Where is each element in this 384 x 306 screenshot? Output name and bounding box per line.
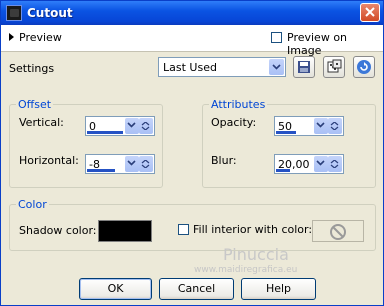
chevron-down-icon xyxy=(272,64,281,70)
shadow-color-label: Shadow color: xyxy=(19,224,97,237)
ok-button[interactable]: OK xyxy=(79,278,152,300)
stepper-icon xyxy=(330,160,339,168)
fill-interior-label: Fill interior with color: xyxy=(193,223,313,236)
blur-label: Blur: xyxy=(211,154,237,167)
stepper-icon xyxy=(141,122,150,130)
settings-preset-select[interactable]: Last Used xyxy=(158,57,286,77)
no-color-icon xyxy=(330,224,346,240)
chevron-down-icon xyxy=(127,160,136,166)
window-title: Cutout xyxy=(27,6,73,20)
opacity-slider-bar[interactable] xyxy=(276,131,296,134)
stepper-icon xyxy=(330,122,339,130)
settings-preset-value: Last Used xyxy=(163,61,217,74)
cancel-button[interactable]: Cancel xyxy=(159,278,234,300)
horizontal-slider-bar[interactable] xyxy=(87,169,115,172)
reset-icon xyxy=(357,60,371,74)
horizontal-label: Horizontal: xyxy=(19,154,79,167)
close-button[interactable] xyxy=(360,3,380,22)
fill-interior-checkbox[interactable] xyxy=(178,224,189,235)
blur-stepper[interactable] xyxy=(328,156,342,172)
opacity-stepper[interactable] xyxy=(328,118,342,134)
preview-label: Preview xyxy=(19,31,62,44)
title-bar[interactable]: Cutout xyxy=(1,1,383,25)
chevron-down-icon xyxy=(316,160,325,166)
randomize-icon xyxy=(327,59,342,73)
blur-dropdown[interactable] xyxy=(314,156,328,172)
settings-label: Settings xyxy=(9,62,55,75)
cutout-dialog: Cutout Preview Preview on Image Settings… xyxy=(0,0,384,306)
close-icon xyxy=(365,7,375,17)
blur-slider-bar[interactable] xyxy=(276,169,290,172)
preview-bar: Preview Preview on Image xyxy=(1,25,383,57)
vertical-slider-bar[interactable] xyxy=(87,131,123,134)
watermark-name: Pinuccia xyxy=(223,245,289,264)
reset-button[interactable] xyxy=(353,56,375,78)
opacity-spinbox[interactable]: 50 xyxy=(274,116,344,136)
attributes-title: Attributes xyxy=(209,98,268,111)
help-button[interactable]: Help xyxy=(241,278,316,300)
color-title: Color xyxy=(16,198,49,211)
horizontal-spinbox[interactable]: -8 xyxy=(85,154,155,174)
expand-triangle-icon xyxy=(9,33,14,41)
horizontal-stepper[interactable] xyxy=(139,156,153,172)
settings-row: Settings Last Used xyxy=(1,52,383,83)
vertical-dropdown[interactable] xyxy=(125,118,139,134)
shadow-color-swatch[interactable] xyxy=(98,220,152,242)
opacity-label: Opacity: xyxy=(211,116,257,129)
offset-title: Offset xyxy=(16,98,54,111)
horizontal-dropdown[interactable] xyxy=(125,156,139,172)
save-preset-button[interactable] xyxy=(293,56,315,78)
watermark-url: www.maidiregrafica.eu xyxy=(194,265,298,275)
vertical-stepper[interactable] xyxy=(139,118,153,134)
blur-spinbox[interactable]: 20,00 xyxy=(274,154,344,174)
dropdown-arrow[interactable] xyxy=(269,59,284,75)
opacity-dropdown[interactable] xyxy=(314,118,328,134)
preview-on-image-checkbox[interactable] xyxy=(271,32,282,43)
chevron-down-icon xyxy=(127,122,136,128)
randomize-button[interactable] xyxy=(323,56,345,78)
vertical-label: Vertical: xyxy=(19,116,64,129)
app-icon xyxy=(6,5,22,21)
preview-toggle[interactable]: Preview xyxy=(9,31,62,44)
fill-interior-swatch[interactable] xyxy=(312,220,364,242)
save-preset-icon xyxy=(298,61,310,73)
chevron-down-icon xyxy=(316,122,325,128)
vertical-spinbox[interactable]: 0 xyxy=(85,116,155,136)
stepper-icon xyxy=(141,160,150,168)
